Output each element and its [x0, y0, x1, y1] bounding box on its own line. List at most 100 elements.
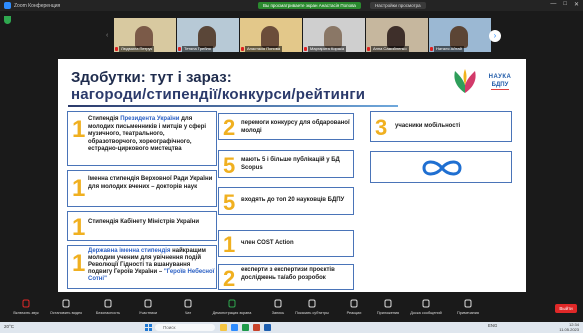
toolbar-button[interactable]: Чат — [166, 299, 210, 315]
strip-next-button[interactable]: › — [489, 30, 501, 42]
encryption-shield-icon — [4, 16, 11, 24]
meeting-toolbar: Включить звук Остановить видео Безопасност… — [0, 296, 583, 322]
zoom-taskbar-icon[interactable] — [231, 324, 238, 331]
record-icon — [274, 299, 282, 308]
achievement-count: 3 — [375, 115, 388, 140]
participant-tile[interactable]: Анна Самойленко — [366, 18, 428, 52]
participants-icon — [144, 299, 152, 308]
slide-heading: Здобутки: тут і зараз: — [71, 69, 232, 86]
achievement-text: експерти з експертизи проєктів досліджен… — [241, 267, 335, 281]
toolbar-label: Примечания — [457, 311, 479, 315]
whiteboard-icon — [422, 299, 430, 308]
maximize-button[interactable]: □ — [563, 1, 567, 8]
infinity-icon — [422, 160, 462, 176]
title-bar: Zoom Конференция Вы просматриваете экран… — [0, 0, 583, 11]
participant-strip: ‹ Людмила Петрук Тетяна Гребля Анастасія П… — [0, 11, 583, 59]
award-count: 1 — [72, 250, 86, 277]
powerpoint-icon[interactable] — [253, 324, 260, 331]
mic-off-icon — [22, 299, 30, 308]
slide-subheading: нагороди/стипендії/конкурси/рейтинги — [71, 86, 366, 103]
award-text: Стипендія Кабінету Міністрів України — [88, 219, 200, 225]
nauka-bdpu-logo: НАУКА БДПУ — [485, 67, 515, 97]
window-controls: — □ ✕ — [550, 1, 579, 8]
app-title: Zoom Конференция — [14, 2, 61, 9]
achievement-box-experts: 2 експерти з експертизи проєктів дослідж… — [218, 264, 354, 291]
toolbar-button[interactable]: Участники — [126, 299, 170, 315]
achievement-box-mobility: 3 учасники мобільності — [370, 111, 512, 142]
clock[interactable]: 12:34 11.05.2023 — [559, 322, 579, 332]
language-indicator[interactable]: ENG — [488, 323, 497, 328]
participant-tile[interactable]: Тетяна Гребля — [177, 18, 239, 52]
toolbar-button[interactable]: Примечания — [446, 299, 490, 315]
achievement-text: член COST Action — [241, 240, 294, 246]
participant-video — [135, 26, 153, 48]
participant-tile[interactable]: Наталя Айтай — [429, 18, 491, 52]
mic-muted-icon — [304, 47, 307, 51]
participant-video — [387, 26, 405, 48]
minimize-button[interactable]: — — [550, 1, 556, 8]
notes-icon — [464, 299, 472, 308]
toolbar-label: Демонстрация экрана — [212, 311, 252, 315]
achievement-text: мають 5 і більше публікацій у БД Scopus — [241, 157, 340, 171]
mic-muted-icon — [367, 47, 370, 51]
windows-taskbar: 20°C Поиск ENG 12:34 11.05.2023 — [0, 322, 583, 333]
achievement-text: входять до топ 20 науковців БДПУ — [241, 197, 345, 203]
award-text: Стипендія Президента України для молодих… — [88, 116, 207, 152]
toolbar-label: Показать субтитры — [295, 311, 329, 315]
achievement-box-cost: 1 член COST Action — [218, 230, 354, 257]
chrome-icon[interactable] — [242, 324, 249, 331]
award-count: 1 — [72, 214, 86, 241]
achievement-text: учасники мобільності — [395, 123, 461, 129]
achievement-box-scopus: 5 мають 5 і більше публікацій у БД Scopu… — [218, 150, 354, 178]
toolbar-label: Безопасность — [95, 311, 121, 315]
reactions-icon — [350, 299, 358, 308]
participant-tile[interactable]: Анастасія Попова — [240, 18, 302, 52]
toolbar-label: Участники — [138, 311, 158, 315]
participant-tile[interactable]: Людмила Петрук — [114, 18, 176, 52]
mic-muted-icon — [430, 47, 433, 51]
participant-name: Людмила Петрук — [119, 46, 155, 52]
captions-icon — [308, 299, 316, 308]
participant-name: Анна Самойленко — [371, 46, 409, 52]
heading-rule — [68, 105, 398, 107]
screen-share-banner[interactable]: Вы просматриваете экран Анастасія Попова — [258, 2, 361, 9]
weather-widget[interactable]: 20°C — [4, 324, 14, 329]
award-box-state-named: 1 Державна іменна стипендія найкращим мо… — [67, 245, 217, 289]
shared-slide: Здобутки: тут і зараз: нагороди/стипенді… — [58, 59, 526, 292]
toolbar-label: Остановить видео — [49, 311, 83, 315]
apps-icon — [384, 299, 392, 308]
zoom-logo-icon — [4, 2, 11, 9]
toolbar-button[interactable]: Безопасность — [86, 299, 130, 315]
participant-video — [324, 26, 342, 48]
toolbar-button[interactable]: Включить звук — [4, 299, 48, 315]
chat-icon — [184, 299, 192, 308]
award-box-verkhovna-rada: 1 Іменна стипендія Верховної Ради Україн… — [67, 170, 217, 207]
word-icon[interactable] — [264, 324, 271, 331]
toolbar-button[interactable]: Показать субтитры — [290, 299, 334, 315]
strip-prev-icon[interactable]: ‹ — [106, 32, 108, 39]
taskbar-search[interactable]: Поиск — [155, 324, 215, 331]
participant-tile[interactable]: Маргарита Корака — [303, 18, 365, 52]
leave-meeting-button[interactable]: Выйти — [555, 304, 577, 313]
award-text: Державна іменна стипендія найкращим моло… — [88, 248, 215, 282]
infinity-box — [370, 151, 512, 183]
toolbar-label: Включить звук — [13, 311, 39, 315]
file-explorer-icon[interactable] — [220, 324, 227, 331]
close-button[interactable]: ✕ — [574, 1, 579, 8]
participant-name: Анастасія Попова — [245, 46, 283, 52]
toolbar-button[interactable]: Остановить видео — [44, 299, 88, 315]
award-count: 1 — [72, 175, 86, 202]
start-button-icon[interactable] — [145, 324, 152, 331]
achievement-box-top20: 5 входять до топ 20 науковців БДПУ — [218, 187, 354, 215]
share-screen-icon — [228, 299, 236, 308]
toolbar-button[interactable]: Доска сообщений — [404, 299, 448, 315]
taskbar-apps — [220, 324, 271, 331]
mic-muted-icon — [178, 47, 181, 51]
view-options-button[interactable]: Настройки просмотра — [370, 2, 426, 9]
achievement-text: перемоги конкурсу для обдарованої молоді — [241, 120, 350, 134]
award-box-cabinet: 1 Стипендія Кабінету Міністрів України — [67, 211, 217, 241]
award-box-president: 1 Стипендія Президента України для молод… — [67, 111, 217, 166]
participant-name: Тетяна Гребля — [182, 46, 213, 52]
mic-muted-icon — [241, 47, 244, 51]
toolbar-button[interactable]: Демонстрация экрана — [210, 299, 254, 315]
